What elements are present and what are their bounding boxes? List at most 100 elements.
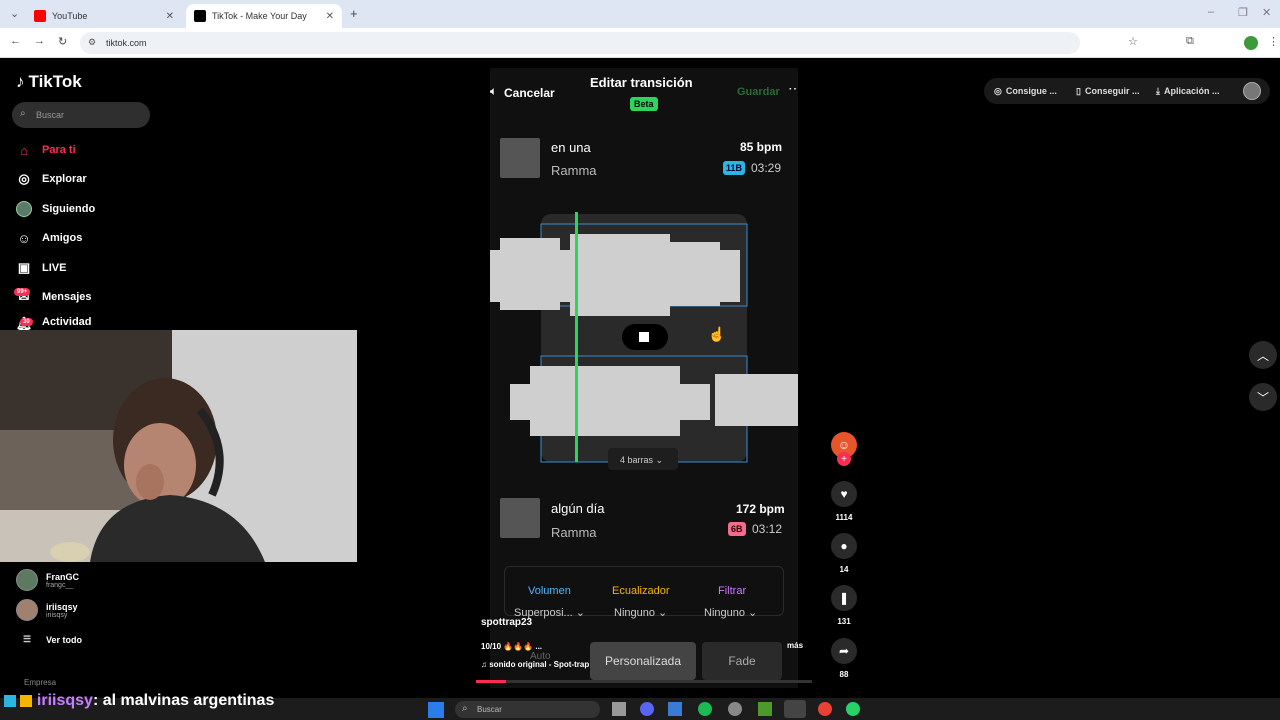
browser-tab-bar: ⌄ YouTube ✕ TikTok - Make Your Day ✕ + –…	[0, 0, 1280, 28]
video-progress[interactable]	[476, 680, 812, 683]
minimize-icon[interactable]: –	[1208, 6, 1214, 18]
tiktok-logo[interactable]: ♪ TikTok	[16, 72, 82, 92]
sidebar-item-label: Siguiendo	[42, 203, 96, 215]
tab-title: YouTube	[52, 11, 88, 21]
eq-dropdown[interactable]: Ninguno ⌄	[614, 606, 667, 619]
reload-icon[interactable]: ↻	[58, 35, 67, 48]
follow-plus-icon[interactable]: +	[837, 452, 851, 466]
webcam-image	[0, 330, 357, 562]
volume-icon[interactable]: 🔈︎	[490, 84, 497, 99]
next-video-button[interactable]: ﹀	[1249, 383, 1277, 411]
more-icon[interactable]: ⋯	[788, 80, 798, 97]
filter-dropdown[interactable]: Ninguno ⌄	[704, 606, 757, 619]
eq-control-label[interactable]: Ecualizador	[612, 585, 669, 597]
chat-username: iriisqsy	[36, 692, 93, 709]
like-button[interactable]: ♥ 1114	[830, 481, 858, 522]
save-bookmark-button[interactable]: ❚ 131	[830, 585, 858, 626]
sidebar-item-live[interactable]: ▣ LIVE	[16, 257, 67, 279]
music-note-icon: ♫	[481, 660, 487, 669]
sidebar-item-siguiendo[interactable]: Siguiendo	[16, 198, 95, 220]
more-link[interactable]: más	[787, 641, 803, 650]
badge-icon	[4, 694, 16, 707]
chrome-active-icon[interactable]	[784, 700, 806, 718]
menu-icon[interactable]: ⋮	[1268, 35, 1279, 48]
save-button[interactable]: Guardar	[737, 86, 780, 98]
bars-label: 4 barras	[620, 455, 654, 465]
tab-tiktok[interactable]: TikTok - Make Your Day ✕	[186, 4, 342, 28]
chevron-down-icon: ⌄	[655, 455, 664, 465]
search-input[interactable]: ⌕ Buscar	[12, 102, 150, 128]
tiktok-page: ♪ TikTok ⌕ Buscar ⌂ Para ti ◎ Explorar S…	[0, 58, 1280, 698]
store-icon[interactable]	[668, 702, 682, 716]
download-app-button[interactable]: ⤓ Aplicación ...	[1156, 80, 1220, 102]
tab-youtube[interactable]: YouTube ✕	[26, 4, 182, 28]
cancel-button[interactable]: Cancelar	[504, 86, 555, 100]
spotify-icon[interactable]	[698, 702, 712, 716]
site-info-icon[interactable]: ⚙	[88, 37, 96, 48]
post-username[interactable]: spottrap23	[481, 617, 532, 628]
avatar-icon	[16, 201, 32, 217]
bookmark-star-icon[interactable]: ☆	[1128, 35, 1138, 48]
get-coins-button[interactable]: ◎ Consigue ...	[994, 80, 1057, 102]
bars-selector[interactable]: 4 barras ⌄	[620, 455, 663, 466]
close-icon[interactable]: ✕	[326, 11, 334, 22]
transition-tab-personalizada[interactable]: Personalizada	[590, 642, 696, 680]
profile-icon[interactable]	[1244, 36, 1258, 50]
share-icon: ➦	[831, 638, 857, 664]
home-icon: ⌂	[20, 142, 28, 158]
share-button[interactable]: ➦ 88	[830, 638, 858, 679]
chevron-up-icon: ︿	[1256, 348, 1269, 363]
taskbar-search[interactable]: ⌕ Buscar	[455, 701, 600, 718]
sidebar-item-label: Actividad	[42, 316, 92, 328]
user-avatar[interactable]	[1243, 82, 1261, 100]
url-field[interactable]: ⚙ tiktok.com	[80, 32, 1080, 54]
track-key-badge: 11B	[723, 161, 746, 175]
creator-avatar[interactable]: ☺ +	[830, 432, 858, 466]
close-icon[interactable]: ✕	[166, 11, 174, 22]
comment-button[interactable]: ● 14	[830, 533, 858, 574]
previous-video-button[interactable]: ︿	[1249, 341, 1277, 369]
volume-control-label[interactable]: Volumen	[528, 585, 571, 597]
obs-icon[interactable]	[728, 702, 742, 716]
maximize-icon[interactable]: ❐	[1238, 6, 1248, 19]
task-view-icon[interactable]	[612, 702, 626, 716]
window-close-icon[interactable]: ✕	[1262, 6, 1271, 19]
search-icon: ⌕	[20, 108, 26, 119]
track-duration: 03:29	[751, 161, 782, 175]
new-tab-icon[interactable]: +	[350, 6, 358, 21]
post-sound[interactable]: ♫ sonido original - Spot-trap	[481, 660, 589, 669]
track-key-badge: 6B	[728, 522, 746, 536]
logo-text: TikTok	[28, 72, 82, 91]
filter-control-label[interactable]: Filtrar	[718, 585, 746, 597]
discord-icon[interactable]	[640, 702, 654, 716]
waveform-editor[interactable]	[490, 208, 798, 478]
message-badge: 99+	[14, 288, 31, 296]
back-icon[interactable]: ←	[10, 35, 21, 47]
stop-icon[interactable]	[639, 332, 649, 342]
windows-start-icon[interactable]	[428, 702, 444, 718]
sidebar-item-label: Explorar	[42, 173, 87, 185]
compass-icon: ◎	[18, 171, 30, 186]
sidebar-item-explorar[interactable]: ◎ Explorar	[16, 168, 87, 190]
chrome-icon[interactable]	[818, 702, 832, 716]
get-app-button[interactable]: ▯ Conseguir ...	[1076, 80, 1139, 102]
playhead[interactable]	[575, 212, 578, 462]
following-account[interactable]: iriisqsy iriisqsy	[16, 599, 78, 621]
extensions-icon[interactable]: ⧉	[1186, 35, 1194, 48]
cursor-hand-icon: ☝	[708, 326, 726, 342]
video-player[interactable]: 🔈︎ Cancelar Editar transición Beta Guard…	[490, 68, 798, 688]
minecraft-icon[interactable]	[758, 702, 772, 716]
see-all-link[interactable]: ☰ Ver todo	[16, 634, 82, 645]
footer-link[interactable]: Empresa	[24, 678, 56, 687]
webcam-overlay	[0, 330, 357, 562]
transition-tab-fade[interactable]: Fade	[702, 642, 782, 680]
tab-list-icon[interactable]: ⌄	[10, 7, 19, 20]
sidebar-item-amigos[interactable]: ☺ Amigos	[16, 227, 82, 249]
sidebar-item-para-ti[interactable]: ⌂ Para ti	[16, 139, 76, 161]
following-account[interactable]: FranGC frangc__	[16, 569, 79, 591]
forward-icon[interactable]: →	[34, 35, 45, 47]
coin-icon: ◎	[994, 85, 1002, 96]
whatsapp-icon[interactable]	[846, 702, 860, 716]
account-name: iriisqsy	[46, 601, 78, 612]
tiktok-note-icon: ♪	[16, 72, 25, 91]
